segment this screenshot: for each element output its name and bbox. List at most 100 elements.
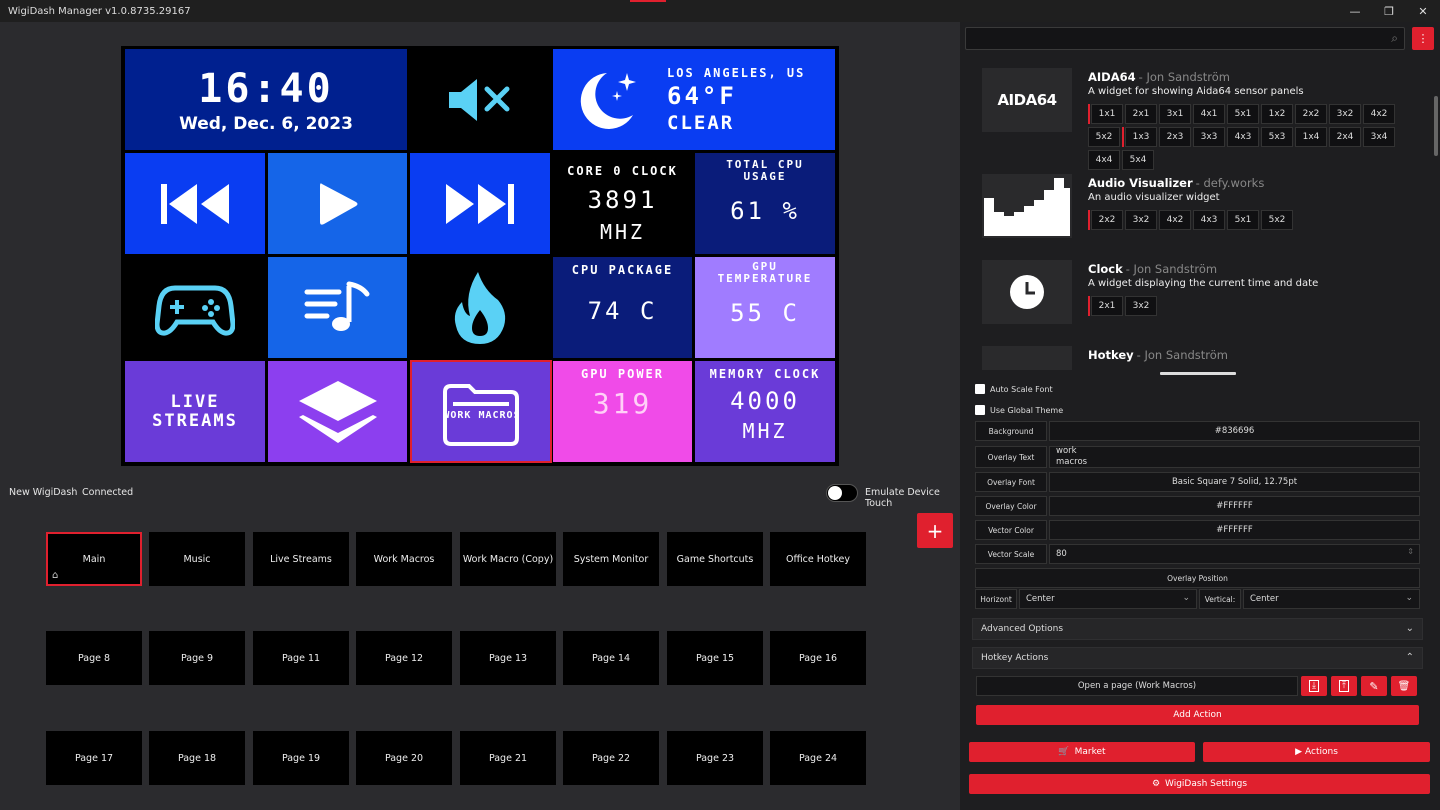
page-item[interactable]: Page 17 <box>46 731 142 785</box>
move-down-button[interactable]: ⤓ <box>1301 676 1327 696</box>
tile-gamepad[interactable] <box>125 257 265 358</box>
tile-flame[interactable] <box>410 257 550 358</box>
tile-clock[interactable]: 16:40 Wed, Dec. 6, 2023 <box>125 49 407 150</box>
move-up-button[interactable]: ⤒ <box>1331 676 1357 696</box>
size-button[interactable]: 3x2 <box>1329 104 1361 124</box>
device-name[interactable]: New WigiDash <box>9 487 77 498</box>
size-button[interactable]: 4x3 <box>1193 210 1225 230</box>
page-item[interactable]: Page 16 <box>770 631 866 685</box>
page-item[interactable]: Page 14 <box>563 631 659 685</box>
size-button[interactable]: 2x3 <box>1159 127 1191 147</box>
checkbox-box[interactable] <box>975 384 985 394</box>
tile-layers[interactable] <box>268 361 407 462</box>
size-button[interactable]: 4x2 <box>1159 210 1191 230</box>
size-button[interactable]: 2x2 <box>1295 104 1327 124</box>
page-item[interactable]: Page 9 <box>149 631 245 685</box>
tile-mute[interactable] <box>410 49 550 150</box>
use-global-theme-checkbox[interactable]: Use Global Theme <box>975 405 1063 415</box>
checkbox-box[interactable] <box>975 405 985 415</box>
tile-playlist[interactable] <box>268 257 407 358</box>
size-button[interactable]: 5x1 <box>1227 210 1259 230</box>
size-button[interactable]: 5x4 <box>1122 150 1154 170</box>
action-item[interactable]: Open a page (Work Macros) <box>976 676 1298 696</box>
close-button[interactable]: ✕ <box>1406 0 1440 22</box>
page-item[interactable]: Office Hotkey <box>770 532 866 586</box>
tile-previous[interactable] <box>125 153 265 254</box>
size-button[interactable]: 3x2 <box>1125 296 1157 316</box>
tile-memory-clock[interactable]: MEMORY CLOCK 4000 MHZ <box>695 361 835 462</box>
tile-work-macros[interactable]: WORK MACROS <box>410 360 552 463</box>
page-item[interactable]: Page 11 <box>253 631 349 685</box>
tile-cpu-usage[interactable]: TOTAL CPU USAGE 61 % <box>695 153 835 254</box>
tile-cpu-package[interactable]: CPU PACKAGE 74 C <box>553 257 692 358</box>
overlay-text-input[interactable]: work macros <box>1049 446 1420 468</box>
size-button[interactable]: 3x1 <box>1159 104 1191 124</box>
page-item[interactable]: Page 19 <box>253 731 349 785</box>
page-item[interactable]: Page 18 <box>149 731 245 785</box>
size-button[interactable]: 1x3 <box>1125 127 1157 147</box>
page-item[interactable]: Page 23 <box>667 731 763 785</box>
edit-action-button[interactable]: ✎ <box>1361 676 1387 696</box>
tile-weather[interactable]: LOS ANGELES, US 64°F CLEAR <box>553 49 835 150</box>
page-item[interactable]: Page 13 <box>460 631 556 685</box>
page-item[interactable]: Work Macro (Copy) <box>460 532 556 586</box>
tile-next[interactable] <box>410 153 550 254</box>
page-item[interactable]: Page 8 <box>46 631 142 685</box>
page-item[interactable]: Page 24 <box>770 731 866 785</box>
size-button[interactable]: 3x3 <box>1193 127 1225 147</box>
page-item[interactable]: Page 15 <box>667 631 763 685</box>
widget-list-scrollbar[interactable] <box>1434 96 1438 156</box>
auto-scale-font-checkbox[interactable]: Auto Scale Font <box>975 384 1053 394</box>
size-button[interactable]: 4x3 <box>1227 127 1259 147</box>
size-button[interactable]: 4x4 <box>1088 150 1120 170</box>
size-button[interactable]: 1x4 <box>1295 127 1327 147</box>
page-item[interactable]: Music <box>149 532 245 586</box>
size-button[interactable]: 4x1 <box>1193 104 1225 124</box>
size-button[interactable]: 2x2 <box>1091 210 1123 230</box>
tile-play[interactable] <box>268 153 407 254</box>
page-item[interactable]: Page 20 <box>356 731 452 785</box>
page-item[interactable]: System Monitor <box>563 532 659 586</box>
page-item[interactable]: Page 22 <box>563 731 659 785</box>
overlay-color-value[interactable]: #FFFFFF <box>1049 496 1420 516</box>
actions-button[interactable]: ▶ Actions <box>1203 742 1430 762</box>
tile-gpu-power[interactable]: GPU POWER 319 <box>553 361 692 462</box>
size-button[interactable]: 5x3 <box>1261 127 1293 147</box>
delete-action-button[interactable]: 🗑 <box>1391 676 1417 696</box>
hotkey-actions-expander[interactable]: Hotkey Actions ⌃ <box>972 647 1423 669</box>
sort-button[interactable]: ⋮ <box>1412 27 1434 50</box>
vector-color-value[interactable]: #FFFFFF <box>1049 520 1420 540</box>
settings-button[interactable]: ⚙ WigiDash Settings <box>969 774 1430 794</box>
size-button[interactable]: 3x2 <box>1125 210 1157 230</box>
emulate-touch-toggle[interactable] <box>826 484 858 502</box>
stepper-icon[interactable]: ⇕ <box>1407 547 1414 556</box>
minimize-button[interactable]: — <box>1338 0 1372 22</box>
tile-gpu-temperature[interactable]: GPU TEMPERATURE 55 C <box>695 257 835 358</box>
tile-core-clock[interactable]: CORE 0 CLOCK 3891 MHZ <box>553 153 692 254</box>
background-value[interactable]: #836696 <box>1049 421 1420 441</box>
advanced-options-expander[interactable]: Advanced Options ⌄ <box>972 618 1423 640</box>
page-item[interactable]: Main ⌂ <box>46 532 142 586</box>
size-button[interactable]: 5x2 <box>1088 127 1120 147</box>
size-button[interactable]: 1x1 <box>1091 104 1123 124</box>
panel-splitter-handle[interactable] <box>1160 372 1236 375</box>
add-action-button[interactable]: Add Action <box>976 705 1419 725</box>
vector-scale-input[interactable]: 80 <box>1049 544 1420 564</box>
tile-live-streams[interactable]: LIVE STREAMS <box>125 361 265 462</box>
vertical-select[interactable]: Center ⌄ <box>1243 589 1420 609</box>
size-button[interactable]: 2x1 <box>1125 104 1157 124</box>
widget-search-input[interactable]: ⌕ <box>965 27 1405 50</box>
size-button[interactable]: 3x4 <box>1363 127 1395 147</box>
maximize-button[interactable]: ❐ <box>1372 0 1406 22</box>
size-button[interactable]: 2x1 <box>1091 296 1123 316</box>
overlay-font-value[interactable]: Basic Square 7 Solid, 12.75pt <box>1049 472 1420 492</box>
size-button[interactable]: 2x4 <box>1329 127 1361 147</box>
market-button[interactable]: 🛒 Market <box>969 742 1195 762</box>
page-item[interactable]: Live Streams <box>253 532 349 586</box>
page-item[interactable]: Page 12 <box>356 631 452 685</box>
page-item[interactable]: Work Macros <box>356 532 452 586</box>
size-button[interactable]: 5x1 <box>1227 104 1259 124</box>
page-item[interactable]: Page 21 <box>460 731 556 785</box>
add-page-button[interactable]: + <box>917 513 953 548</box>
size-button[interactable]: 4x2 <box>1363 104 1395 124</box>
